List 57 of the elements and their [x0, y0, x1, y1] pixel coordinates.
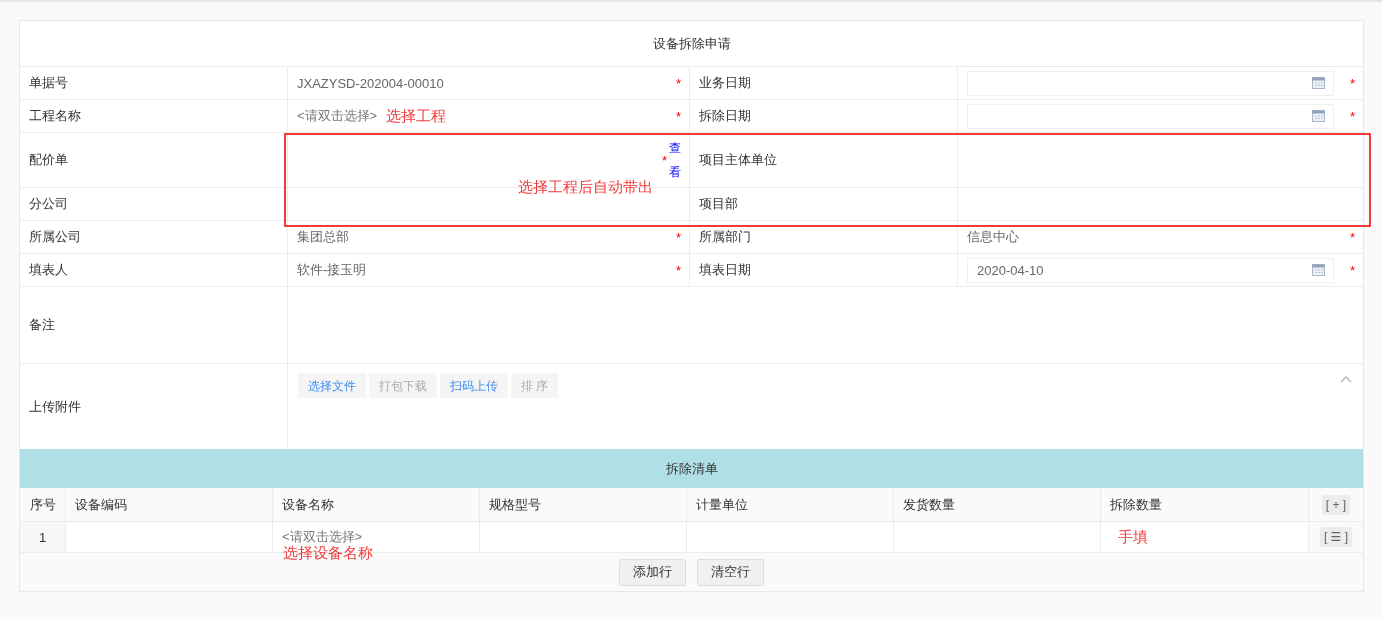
field-label: 所属公司	[29, 228, 81, 246]
date-field[interactable]	[967, 70, 1334, 96]
calendar-icon	[1311, 264, 1325, 276]
field-label: 上传附件	[29, 397, 81, 416]
required-asterisk: *	[1349, 75, 1355, 91]
field-label: 所属部门	[699, 228, 751, 246]
table-button[interactable]: 添加行	[619, 558, 686, 586]
required-asterisk: *	[675, 229, 681, 245]
required-asterisk: *	[675, 262, 681, 278]
date-field[interactable]: 2020-04-10	[967, 257, 1334, 283]
attachment-button[interactable]: 选择文件	[298, 373, 366, 398]
column-header: 发货数量	[903, 495, 955, 514]
column-header: 规格型号	[489, 495, 541, 514]
required-asterisk: *	[1349, 229, 1355, 245]
form-title: 设备拆除申请	[20, 21, 1363, 67]
annotation-text: 手填	[1118, 527, 1148, 547]
column-header: 设备名称	[282, 495, 334, 514]
field-value: 信息中心	[967, 228, 1019, 246]
select-placeholder[interactable]: <请双击选择>	[282, 528, 363, 546]
field-value: 软件-接玉明	[297, 261, 367, 279]
field-label: 项目主体单位	[699, 151, 777, 169]
field-label: 分公司	[29, 195, 68, 213]
field-value: JXAZYSD-202004-00010	[297, 75, 444, 91]
column-header: 序号	[29, 495, 56, 514]
field-label: 填表人	[29, 261, 68, 279]
view-link[interactable]: 查看	[669, 136, 681, 184]
required-asterisk: *	[1349, 262, 1355, 278]
field-label: 业务日期	[699, 74, 751, 92]
table-button[interactable]: 清空行	[697, 558, 764, 586]
select-placeholder[interactable]: <请双击选择>	[297, 107, 378, 125]
annotation-text: 选择工程后自动带出	[518, 178, 653, 197]
required-asterisk: *	[675, 108, 681, 124]
field-value: 集团总部	[297, 228, 349, 246]
column-header: 拆除数量	[1110, 495, 1162, 514]
field-label: 配价单	[29, 151, 68, 169]
column-header: 设备编码	[75, 495, 127, 514]
section-header: 拆除清单	[20, 449, 1363, 488]
attachment-button[interactable]: 扫码上传	[440, 373, 508, 398]
field-label: 项目部	[699, 195, 738, 213]
calendar-icon	[1311, 110, 1325, 122]
calendar-icon	[1311, 77, 1325, 89]
collapse-icon[interactable]	[1340, 376, 1352, 383]
row-menu-button[interactable]: [ ☰ ]	[1319, 527, 1353, 547]
annotation-text: 选择设备名称	[283, 544, 373, 563]
field-label: 单据号	[29, 74, 68, 92]
field-label: 工程名称	[29, 107, 81, 125]
field-label: 备注	[29, 316, 55, 334]
required-asterisk: *	[675, 75, 681, 91]
required-asterisk: *	[661, 152, 667, 168]
date-field[interactable]	[967, 103, 1334, 129]
add-column-button[interactable]: [ + ]	[1321, 494, 1351, 515]
column-header: 计量单位	[696, 495, 748, 514]
field-label: 填表日期	[699, 261, 751, 279]
row-number: 1	[38, 529, 47, 545]
required-asterisk: *	[1349, 108, 1355, 124]
field-label: 拆除日期	[699, 107, 751, 125]
annotation-text: 选择工程	[386, 106, 447, 126]
